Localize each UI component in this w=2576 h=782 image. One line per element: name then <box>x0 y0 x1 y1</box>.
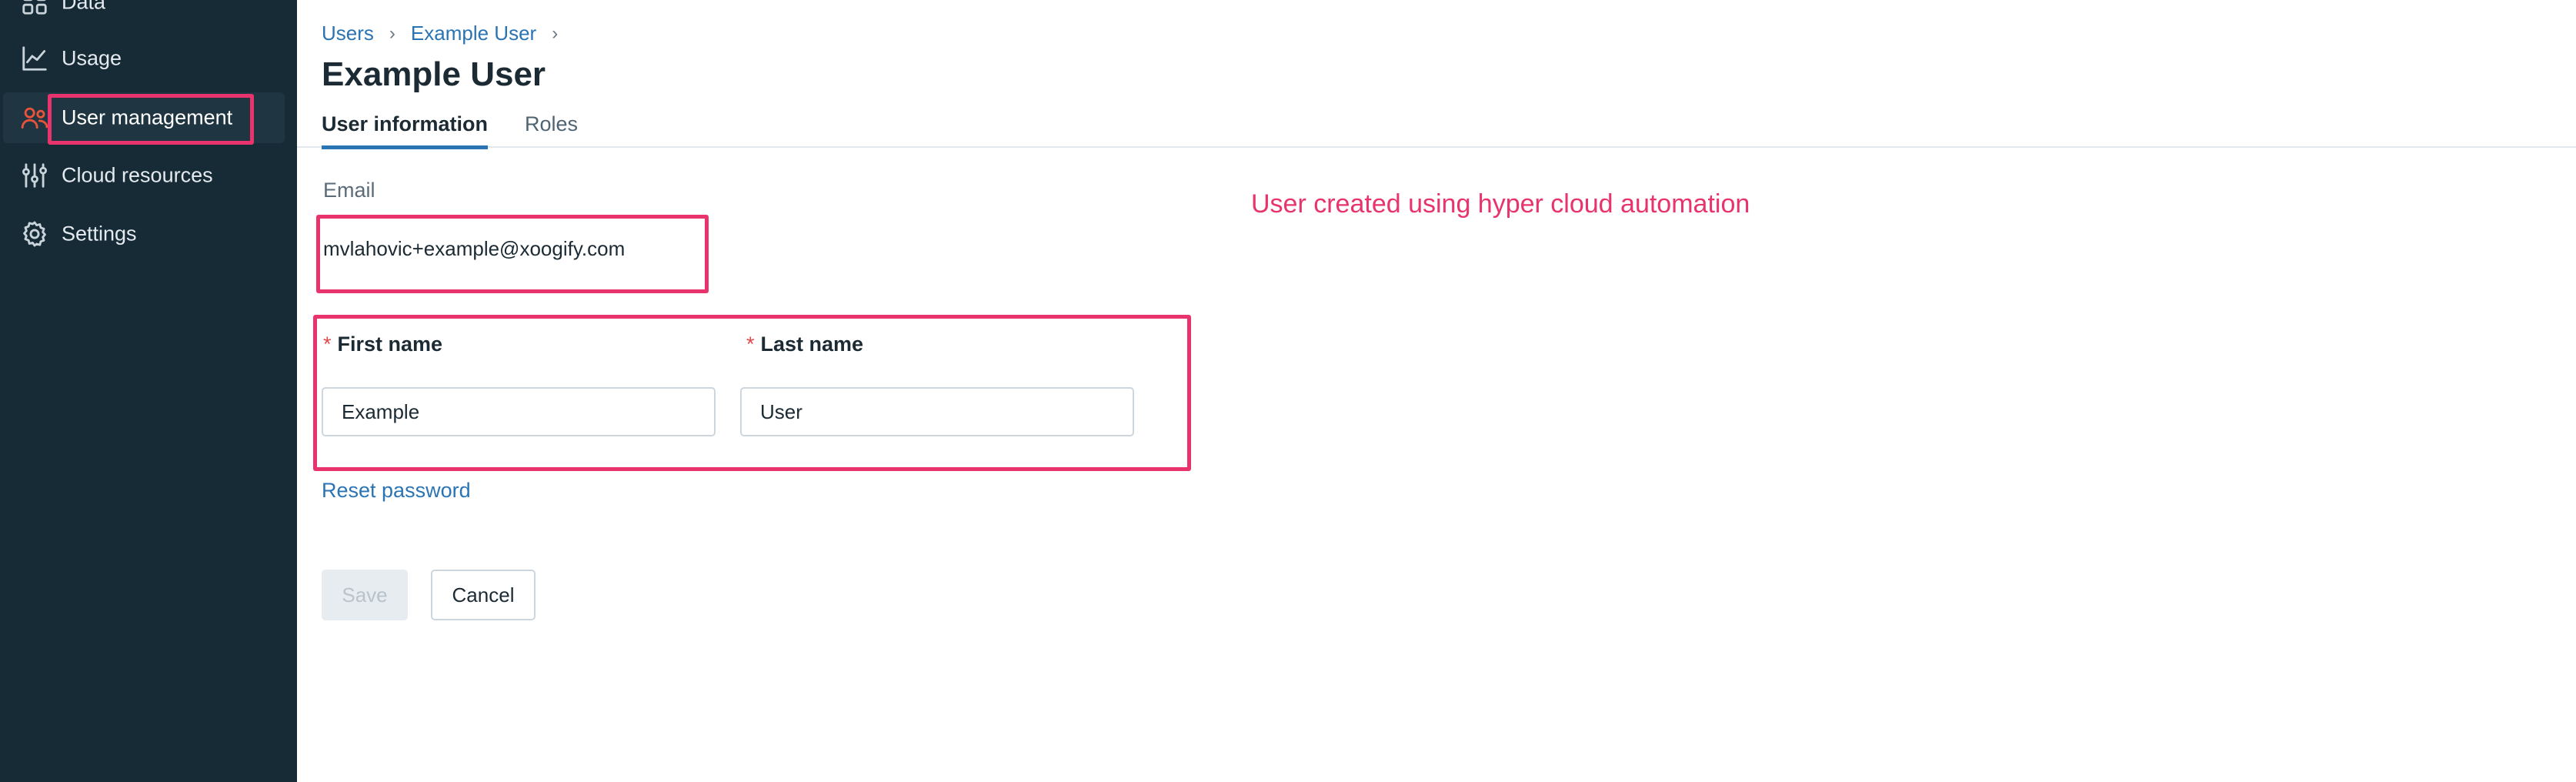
first-name-input[interactable] <box>322 387 716 436</box>
breadcrumb: Users › Example User › <box>322 22 573 45</box>
sidebar-item-label: Settings <box>62 222 137 246</box>
chart-line-icon <box>20 44 49 73</box>
tab-roles[interactable]: Roles <box>525 109 578 148</box>
first-name-label: * First name <box>323 333 442 356</box>
sidebar-item-user-management[interactable]: User management <box>3 92 285 143</box>
data-icon <box>20 0 49 17</box>
tab-user-information[interactable]: User information <box>322 109 489 149</box>
sidebar-item-settings[interactable]: Settings <box>0 209 285 259</box>
first-name-label-text: First name <box>337 333 443 356</box>
sidebar: Data Usage User management Cloud resourc… <box>0 0 297 782</box>
breadcrumb-item-example-user[interactable]: Example User <box>411 22 536 45</box>
breadcrumb-separator: › <box>552 22 559 44</box>
sidebar-item-label: Usage <box>62 46 122 70</box>
save-button[interactable]: Save <box>322 570 408 620</box>
sidebar-item-label: Data <box>62 0 106 14</box>
cancel-button[interactable]: Cancel <box>431 570 536 620</box>
sidebar-item-label: Cloud resources <box>62 163 213 187</box>
email-value: mvlahovic+example@xoogify.com <box>323 237 626 260</box>
last-name-input[interactable] <box>740 387 1134 436</box>
sidebar-item-cloud-resources[interactable]: Cloud resources <box>0 150 285 201</box>
gear-icon <box>20 219 49 249</box>
main-content: Users › Example User › Example User User… <box>297 0 2576 782</box>
email-label: Email <box>323 179 375 202</box>
reset-password-link[interactable]: Reset password <box>322 479 471 503</box>
last-name-label: * Last name <box>746 333 863 356</box>
sidebar-item-data[interactable]: Data <box>0 0 285 28</box>
required-mark: * <box>746 333 755 356</box>
sidebar-item-label: User management <box>62 105 233 129</box>
users-icon <box>20 103 49 132</box>
sidebar-item-usage[interactable]: Usage <box>0 33 285 84</box>
last-name-label-text: Last name <box>760 333 864 356</box>
breadcrumb-separator: › <box>389 22 395 44</box>
required-mark: * <box>323 333 332 356</box>
annotation-note: User created using hyper cloud automatio… <box>1251 189 1750 219</box>
tab-bar: User information Roles <box>297 109 2576 149</box>
page-title: Example User <box>322 55 546 93</box>
sliders-icon <box>20 161 49 190</box>
breadcrumb-item-users[interactable]: Users <box>322 22 374 45</box>
